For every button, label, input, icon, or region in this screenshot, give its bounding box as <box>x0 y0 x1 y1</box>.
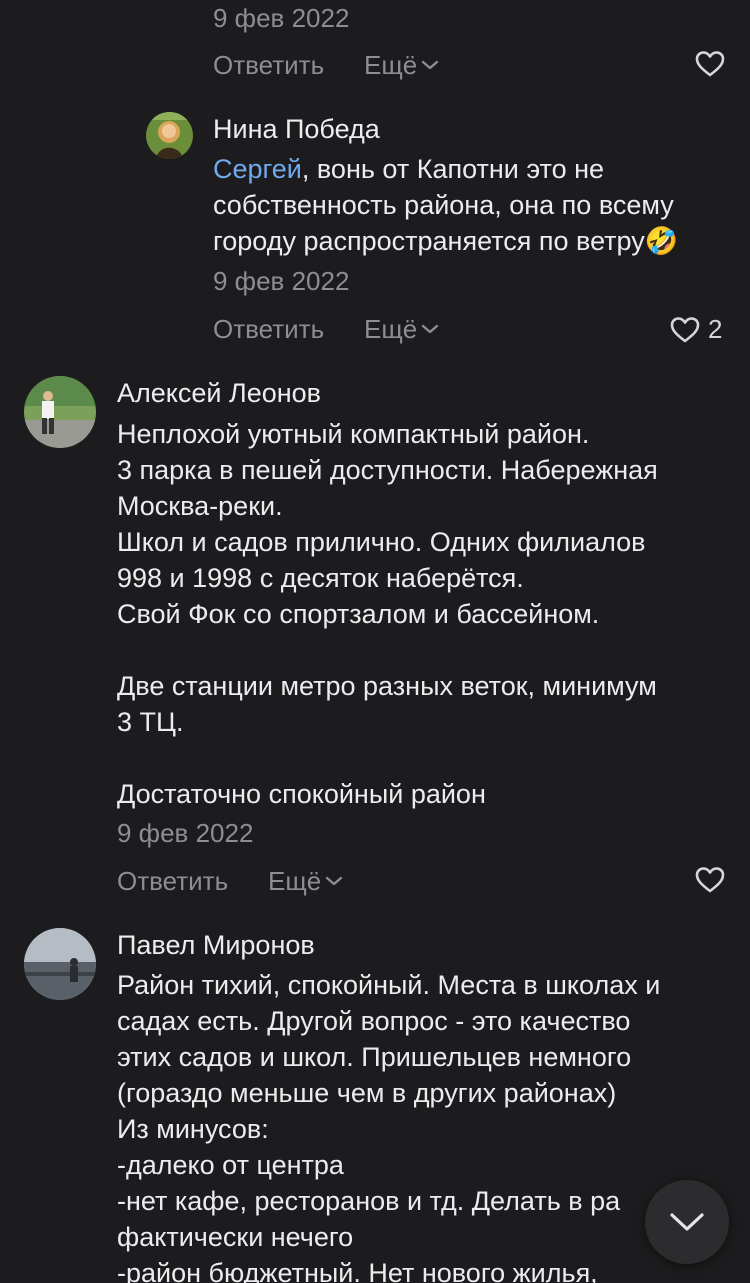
comment-text-line: этих садов и школ. Пришельцев немного <box>117 1042 632 1072</box>
chevron-down-icon <box>422 324 439 334</box>
reply-button[interactable]: Ответить <box>213 50 324 80</box>
chevron-down-icon <box>326 876 343 886</box>
comment-text-fragment: , вонь от Капотни это не <box>301 154 605 184</box>
avatar[interactable] <box>24 928 96 1000</box>
comment-text-line: Школ и садов прилично. Одних филиалов <box>117 527 646 557</box>
more-label: Ещё <box>364 50 418 80</box>
comment-text-line: 3 ТЦ. <box>117 707 184 737</box>
like-button[interactable] <box>695 866 733 894</box>
comment-text-line: Свой Фок со спортзалом и бассейном. <box>117 599 600 629</box>
avatar-image <box>146 112 193 159</box>
like-button[interactable]: 2 <box>670 314 722 345</box>
comment-text-line: 3 парка в пешей доступности. Набережная <box>117 455 658 485</box>
comment-text-line: Сергей, вонь от Капотни это не <box>213 151 604 187</box>
comment-text-line: собственность района, она по всему <box>213 190 674 220</box>
reply-button[interactable]: Ответить <box>117 866 228 896</box>
heart-outline-icon <box>695 867 725 893</box>
more-button[interactable]: Ещё <box>364 50 439 80</box>
avatar-image <box>24 928 96 1000</box>
more-label: Ещё <box>268 866 322 896</box>
comment-text-line: -нет кафе, ресторанов и тд. Делать в ра <box>117 1186 621 1216</box>
avatar-image <box>24 376 96 448</box>
comment-text-line: (гораздо меньше чем в других районах) <box>117 1078 617 1108</box>
comment-text-line: 998 и 1998 с десяток наберётся. <box>117 563 524 593</box>
avatar[interactable] <box>24 376 96 448</box>
scroll-down-button[interactable] <box>645 1180 729 1264</box>
comments-screen: 9 фев 2022 Ответить Ещё Нина Победа Серг… <box>0 0 750 1283</box>
more-button[interactable]: Ещё <box>268 866 343 896</box>
more-label: Ещё <box>364 314 418 344</box>
comment-text-line: -далеко от центра <box>117 1150 344 1180</box>
comment-text-line: фактически нечего <box>117 1222 354 1252</box>
chevron-down-icon <box>422 60 439 70</box>
comment-text-line: городу распространяется по ветру🤣 <box>213 226 679 256</box>
comment-date: 9 фев 2022 <box>117 818 254 848</box>
comment-date: 9 фев 2022 <box>213 3 350 33</box>
comment-text-line: Москва-реки. <box>117 491 283 521</box>
more-button[interactable]: Ещё <box>364 314 439 344</box>
comment-author[interactable]: Алексей Леонов <box>117 377 321 409</box>
comment-author[interactable]: Нина Победа <box>213 113 380 145</box>
heart-outline-icon <box>695 51 725 77</box>
comment-date: 9 фев 2022 <box>213 266 350 296</box>
comment-text-line: Достаточно спокойный район <box>117 779 486 809</box>
scroll-down-icon <box>670 1213 704 1231</box>
reply-button[interactable]: Ответить <box>213 314 324 344</box>
comment-text-line: Неплохой уютный компактный район. <box>117 419 590 449</box>
comment-text-line: -район бюджетный. Нет нового жилья, <box>117 1258 598 1283</box>
mention-link[interactable]: Сергей <box>213 154 302 184</box>
comment-text-line: Район тихий, спокойный. Места в школах и <box>117 970 661 1000</box>
heart-outline-icon <box>670 316 700 342</box>
comment-text-line: Из минусов: <box>117 1114 269 1144</box>
avatar[interactable] <box>146 112 193 159</box>
comment-author[interactable]: Павел Миронов <box>117 929 315 961</box>
like-button[interactable] <box>695 50 733 78</box>
like-count: 2 <box>708 314 723 344</box>
comment-text-line: Две станции метро разных веток, минимум <box>117 671 657 701</box>
comment-text-line: садах есть. Другой вопрос - это качество <box>117 1006 631 1036</box>
